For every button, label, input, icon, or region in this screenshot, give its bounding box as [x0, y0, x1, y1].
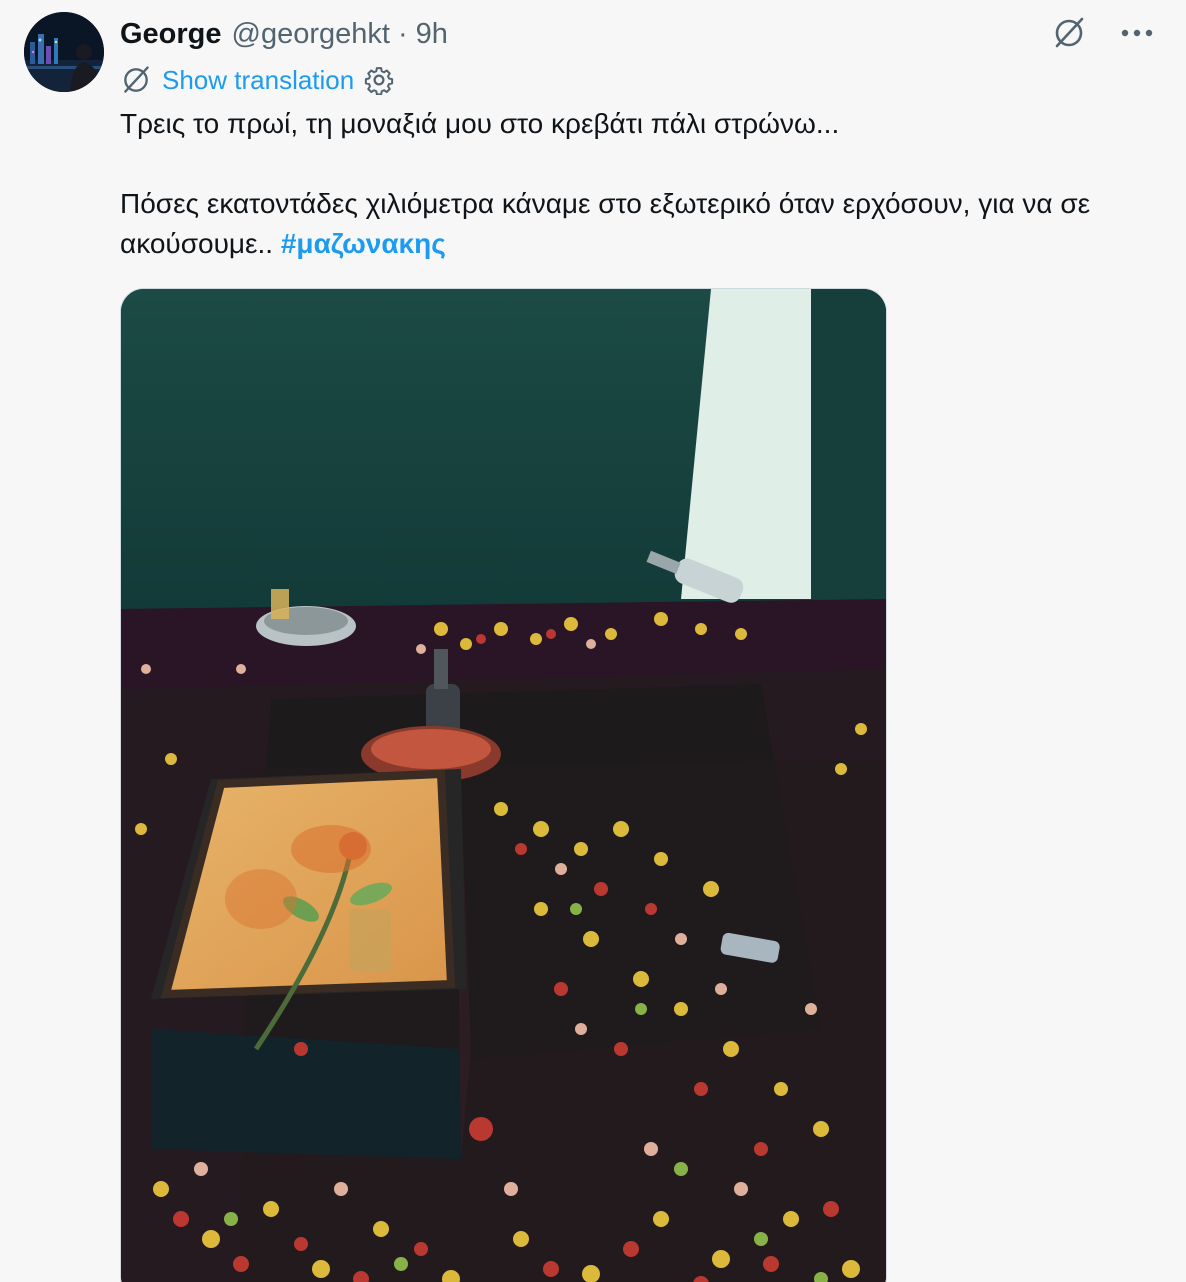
slash-circle-icon — [124, 66, 149, 93]
tweet-text: Τρεις το πρωί, τη μοναξιά μου στο κρεβάτ… — [120, 104, 1166, 264]
tweet-photo[interactable] — [120, 288, 887, 1282]
tweet-text-line-1: Τρεις το πρωί, τη μοναξιά μου στο κρεβάτ… — [120, 108, 840, 139]
separator-dot: · — [397, 17, 408, 50]
slash-circle-icon — [1055, 17, 1084, 48]
tweet-text-line-2: Πόσες εκατοντάδες χιλιόμετρα κάναμε στο … — [120, 184, 1166, 264]
tweet-top-actions — [1050, 14, 1156, 52]
translation-row: Show translation — [120, 62, 394, 98]
tweet[interactable]: George @georgehkt · 9h Show translation — [0, 0, 1186, 1282]
gear-icon[interactable] — [364, 65, 394, 95]
author-handle[interactable]: @georgehkt — [232, 18, 390, 51]
avatar-image — [24, 12, 104, 92]
more-dots-icon — [1121, 29, 1153, 37]
author-display-name[interactable]: George — [120, 18, 222, 51]
hashtag-link[interactable]: #μαζωνακης — [281, 228, 446, 259]
show-translation-link[interactable]: Show translation — [162, 65, 354, 96]
grok-button[interactable] — [1050, 14, 1088, 52]
photo-image — [121, 289, 886, 1282]
tweet-header: George @georgehkt · 9h — [120, 14, 448, 54]
more-button[interactable] — [1118, 14, 1156, 52]
tweet-text-body: Πόσες εκατοντάδες χιλιόμετρα κάναμε στο … — [120, 188, 1091, 259]
avatar[interactable] — [24, 12, 104, 92]
timestamp[interactable]: 9h — [416, 18, 448, 51]
